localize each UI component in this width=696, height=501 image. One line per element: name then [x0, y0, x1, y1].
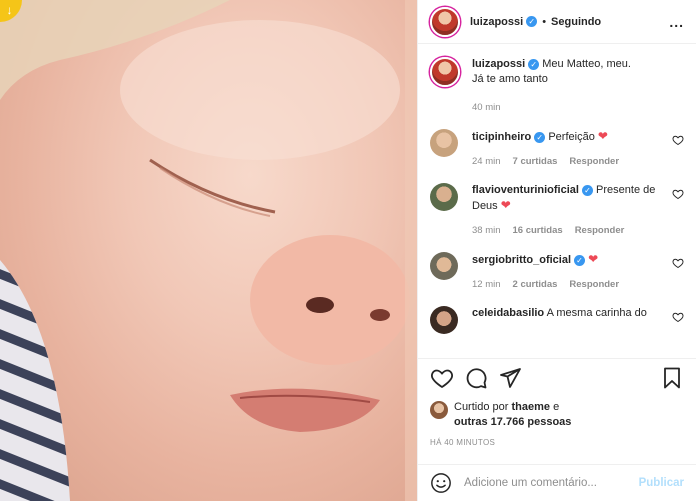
emoji-smiley-icon[interactable]: [430, 472, 452, 494]
comment-time[interactable]: 38 min: [472, 223, 501, 238]
comment-bubble-icon[interactable]: [464, 366, 488, 390]
like-comment-heart-icon[interactable]: [672, 188, 684, 200]
verified-badge-icon: ✓: [526, 16, 538, 27]
reply-button[interactable]: Responder: [575, 223, 625, 238]
liker-username[interactable]: thaeme: [511, 401, 550, 413]
following-button[interactable]: Seguindo: [551, 16, 601, 28]
post-timestamp[interactable]: Há 40 minutos: [430, 438, 495, 447]
likes-summary: Curtido por thaeme e outras 17.766 pesso…: [430, 400, 684, 430]
commenter-avatar[interactable]: [430, 252, 458, 280]
save-bookmark-icon[interactable]: [660, 366, 684, 390]
comment-username[interactable]: flavioventurinioficial: [472, 184, 579, 196]
author-username[interactable]: luizapossi: [470, 16, 523, 28]
comment-text: A mesma carinha do: [546, 307, 647, 319]
baby-photo-illustration: [0, 0, 417, 501]
comment-text-line2: Deus: [472, 200, 498, 212]
other-likers-link[interactable]: outras 17.766 pessoas: [454, 416, 571, 428]
comments-list[interactable]: luizapossi ✓ Meu Matteo, meu. Já te amo t…: [418, 45, 696, 357]
comment-body: ticipinheiro ✓ Perfeição ❤ 24 min 7 curti…: [472, 129, 680, 169]
comment-item: celeidabasilio A mesma carinha do: [430, 306, 684, 334]
verified-badge-icon: ✓: [528, 58, 540, 70]
comment-time[interactable]: 24 min: [472, 154, 501, 169]
like-comment-heart-icon[interactable]: [672, 257, 684, 269]
commenter-avatar[interactable]: [430, 306, 458, 334]
comment-likes[interactable]: 2 curtidas: [513, 277, 558, 292]
post-photo[interactable]: ↓: [0, 0, 417, 501]
red-heart-emoji-icon: ❤: [500, 198, 511, 212]
likes-prefix: Curtido por: [454, 401, 509, 413]
commenter-avatar[interactable]: [430, 129, 458, 157]
liker-avatar[interactable]: [430, 401, 448, 419]
likes-text: Curtido por thaeme e outras 17.766 pesso…: [454, 400, 571, 430]
verified-badge-icon: ✓: [574, 254, 586, 266]
comment-body: celeidabasilio A mesma carinha do: [472, 306, 680, 334]
caption: luizapossi ✓ Meu Matteo, meu. Já te amo t…: [430, 57, 684, 115]
share-paper-plane-icon[interactable]: [498, 366, 522, 390]
commenter-avatar[interactable]: [430, 183, 458, 211]
author-avatar[interactable]: [430, 6, 460, 37]
comment-item: ticipinheiro ✓ Perfeição ❤ 24 min 7 curti…: [430, 129, 684, 169]
red-heart-emoji-icon: ❤: [588, 252, 599, 266]
caption-time[interactable]: 40 min: [472, 100, 501, 115]
comment-text: Presente de: [596, 184, 656, 196]
like-comment-heart-icon[interactable]: [672, 311, 684, 323]
comment-meta: 38 min 16 curtidas Responder: [472, 223, 680, 238]
comment-likes[interactable]: 7 curtidas: [513, 154, 558, 169]
comment-item: sergiobritto_oficial ✓ ❤ 12 min 2 curtida…: [430, 252, 684, 292]
comment-meta: 24 min 7 curtidas Responder: [472, 154, 680, 169]
more-options-icon[interactable]: ...: [669, 14, 684, 30]
reply-button[interactable]: Responder: [569, 154, 619, 169]
verified-badge-icon: ✓: [581, 184, 593, 196]
caption-text-line1: Meu Matteo, meu.: [542, 58, 631, 70]
like-comment-heart-icon[interactable]: [672, 134, 684, 146]
caption-text-line2: Já te amo tanto: [472, 73, 548, 85]
like-heart-icon[interactable]: [430, 366, 454, 390]
comment-likes[interactable]: 16 curtidas: [513, 223, 563, 238]
post-actions-bar: [418, 358, 696, 396]
comment-meta: 12 min 2 curtidas Responder: [472, 277, 680, 292]
post-side-panel: luizapossi ✓ • Seguindo ... luizapossi ✓ …: [417, 0, 696, 501]
red-heart-emoji-icon: ❤: [597, 129, 608, 143]
verified-badge-icon: ✓: [534, 131, 546, 143]
comment-input[interactable]: Adicione um comentário...: [464, 477, 639, 489]
comment-body: sergiobritto_oficial ✓ ❤ 12 min 2 curtida…: [472, 252, 680, 292]
publish-button[interactable]: Publicar: [639, 477, 684, 489]
comment-username[interactable]: sergiobritto_oficial: [472, 254, 571, 266]
comment-time[interactable]: 12 min: [472, 277, 501, 292]
comment-item: flavioventurinioficial ✓ Presente de Deus…: [430, 183, 684, 238]
caption-meta: 40 min: [472, 100, 680, 115]
add-comment-bar: Adicione um comentário... Publicar: [418, 464, 696, 501]
comment-body: flavioventurinioficial ✓ Presente de Deus…: [472, 183, 680, 238]
post-header: luizapossi ✓ • Seguindo ...: [418, 0, 696, 44]
reply-button[interactable]: Responder: [569, 277, 619, 292]
caption-username[interactable]: luizapossi: [472, 58, 525, 70]
caption-body: luizapossi ✓ Meu Matteo, meu. Já te amo t…: [472, 57, 680, 115]
likes-mid: e: [553, 401, 560, 413]
comment-username[interactable]: ticipinheiro: [472, 131, 531, 143]
comment-username[interactable]: celeidabasilio: [472, 307, 544, 319]
caption-avatar[interactable]: [430, 57, 460, 87]
comment-text: Perfeição: [548, 131, 595, 143]
header-separator: •: [542, 15, 547, 28]
